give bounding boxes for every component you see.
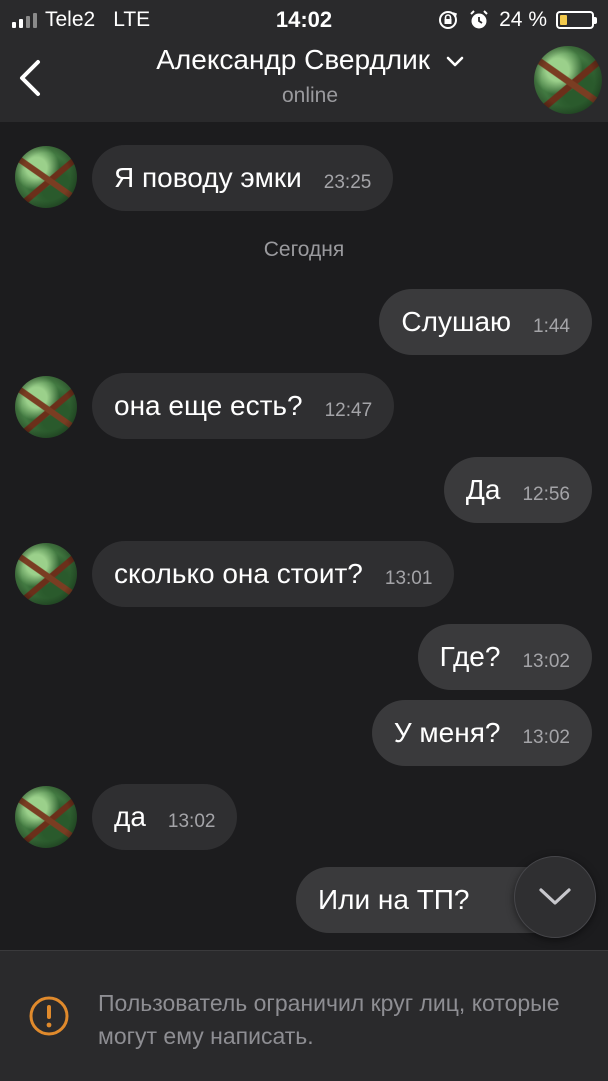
message-outgoing[interactable]: Слушаю 1:44 xyxy=(379,289,592,355)
contact-status: online xyxy=(281,84,339,107)
battery-percent: 24 % xyxy=(499,8,547,31)
battery-icon xyxy=(556,11,597,29)
date-separator: Сегодня xyxy=(263,238,345,261)
message-time: 13:02 xyxy=(522,727,570,748)
message-time: 23:25 xyxy=(323,172,372,193)
message-text: Я поводу эмки xyxy=(114,162,302,193)
message-text: сколько она стоит? xyxy=(114,558,363,589)
message-time: 13:02 xyxy=(522,651,570,672)
message-incoming[interactable]: да 13:02 xyxy=(92,784,238,850)
chat-title-area[interactable]: Александр Свердлик online xyxy=(100,44,520,108)
message-time: 1:44 xyxy=(533,316,570,337)
contact-avatar[interactable] xyxy=(534,46,602,114)
message-text: Или на ТП? xyxy=(318,884,470,915)
message-avatar[interactable] xyxy=(15,146,77,208)
chat-header: Александр Свердлик online xyxy=(0,38,608,123)
orientation-lock-icon xyxy=(439,11,458,29)
status-right: 24 % xyxy=(437,8,597,32)
message-avatar[interactable] xyxy=(15,786,77,848)
message-text: она еще есть? xyxy=(114,390,303,421)
status-bar: Tele2 LTE 14:02 24 % xyxy=(0,0,608,38)
message-text: да xyxy=(114,801,146,832)
battery-fill xyxy=(560,15,567,25)
message-list[interactable]: Я поводу эмки 23:25 Сегодня Слушаю 1:44 … xyxy=(0,122,608,950)
chevron-down-icon xyxy=(446,56,464,66)
notice-text: Пользователь ограничил круг лиц, которые… xyxy=(98,990,560,1049)
message-text: Где? xyxy=(439,641,501,672)
contact-name: Александр Свердлик xyxy=(156,44,430,75)
message-outgoing[interactable]: Да 12:56 xyxy=(443,457,592,523)
message-time: 13:01 xyxy=(384,568,433,589)
message-outgoing[interactable]: Где? 13:02 xyxy=(417,624,592,690)
message-outgoing[interactable]: У меня? 13:02 xyxy=(371,700,592,766)
message-text: Да xyxy=(465,474,501,505)
chat-title[interactable]: Александр Свердлик xyxy=(100,44,520,76)
message-text: У меня? xyxy=(393,717,501,748)
message-avatar[interactable] xyxy=(15,376,77,438)
chevron-down-icon xyxy=(539,888,571,905)
message-incoming[interactable]: она еще есть? 12:47 xyxy=(92,373,395,439)
message-time: 13:02 xyxy=(167,811,216,832)
message-time: 12:56 xyxy=(522,484,570,505)
back-button[interactable] xyxy=(14,56,48,100)
message-incoming[interactable]: сколько она стоит? 13:01 xyxy=(92,541,455,607)
alarm-icon xyxy=(470,10,488,29)
chevron-left-icon xyxy=(20,60,40,96)
message-time: 12:47 xyxy=(324,400,373,421)
restriction-notice: Пользователь ограничил круг лиц, которые… xyxy=(0,950,608,1081)
message-incoming[interactable]: Я поводу эмки 23:25 xyxy=(92,145,394,211)
scroll-to-bottom-button[interactable] xyxy=(514,856,596,938)
message-text: Слушаю xyxy=(401,306,512,337)
warning-icon xyxy=(29,996,69,1036)
message-avatar[interactable] xyxy=(15,543,77,605)
